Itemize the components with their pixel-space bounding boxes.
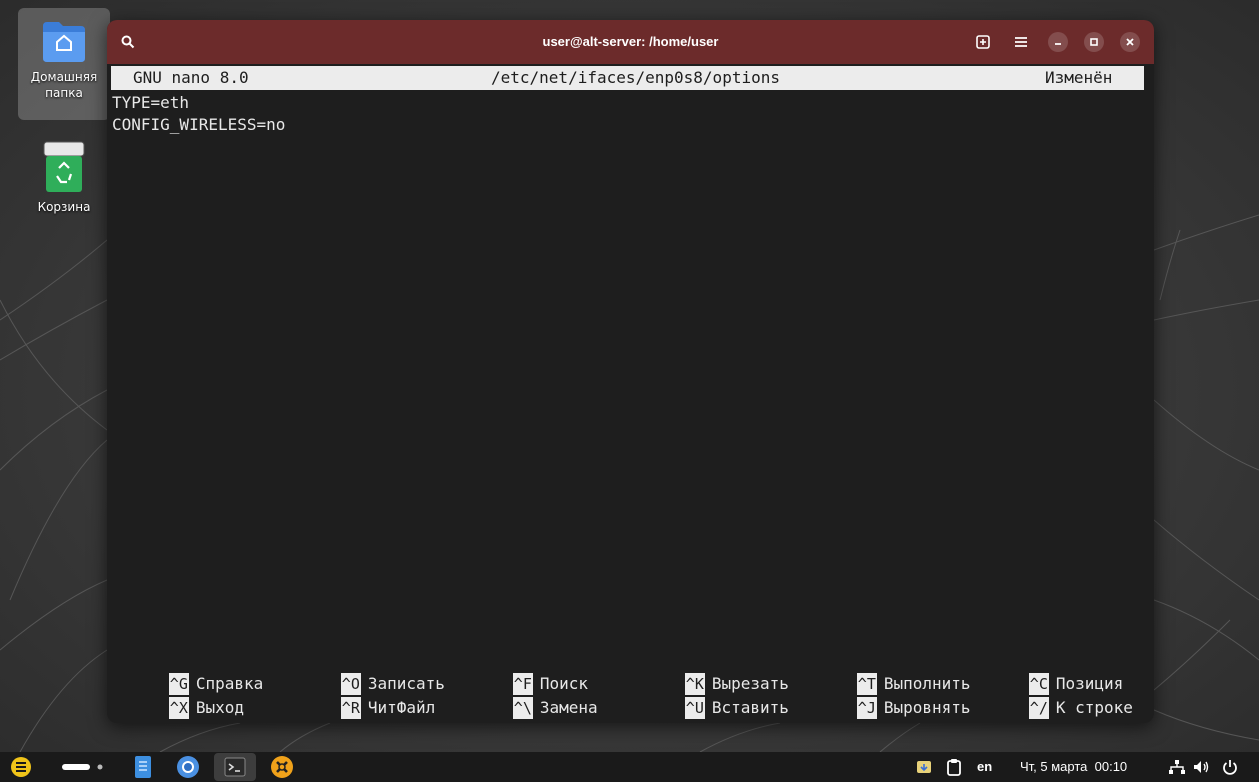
terminal-icon xyxy=(224,757,246,777)
shortcut-read-file[interactable]: ^R ЧитФайл xyxy=(283,672,435,719)
clock-datetime[interactable]: Чт, 5 марта 00:10 xyxy=(1020,752,1127,782)
clipboard-button[interactable] xyxy=(946,755,962,779)
shortcut-key: ^/ xyxy=(1028,697,1049,719)
workspace-indicator[interactable] xyxy=(60,755,106,779)
taskbar: en Чт, 5 марта 00:10 xyxy=(0,752,1259,782)
network-icon xyxy=(1169,760,1185,774)
trash-label: Корзина xyxy=(37,200,91,214)
app-menu-button[interactable] xyxy=(10,755,32,779)
shortcut-key: ^U xyxy=(684,697,705,719)
terminal-window[interactable]: user@alt-server: /home/user GNU nano 8.0… xyxy=(107,20,1154,723)
shortcut-write[interactable]: ^O Записать xyxy=(283,648,445,695)
nano-modified-status: Изменён xyxy=(1045,68,1113,87)
clipboard-icon xyxy=(947,759,961,776)
shortcut-label: К строке xyxy=(1055,698,1133,717)
shortcut-label: Выровнять xyxy=(883,698,971,717)
new-tab-button[interactable] xyxy=(972,31,994,53)
updates-button[interactable] xyxy=(916,755,932,779)
volume-button[interactable] xyxy=(1192,755,1210,779)
shortcut-location[interactable]: ^C Позиция xyxy=(971,648,1123,695)
home-folder-label-line1: Домашняя xyxy=(30,70,98,84)
keyboard-layout-indicator[interactable]: en xyxy=(977,752,992,782)
menu-icon xyxy=(1015,37,1027,47)
power-button[interactable] xyxy=(1222,755,1238,779)
search-icon xyxy=(121,35,135,49)
chromium-icon xyxy=(177,756,199,778)
home-folder-label-line2: папка xyxy=(45,86,83,100)
menu-button[interactable] xyxy=(1010,31,1032,53)
chromium-launcher[interactable] xyxy=(176,755,200,779)
close-button[interactable] xyxy=(1120,32,1140,52)
shortcut-help[interactable]: ^G Справка xyxy=(111,648,263,695)
terminal-titlebar[interactable]: user@alt-server: /home/user xyxy=(107,20,1154,64)
minimize-icon xyxy=(1055,43,1061,45)
power-icon xyxy=(1223,760,1237,775)
volume-icon xyxy=(1194,761,1209,773)
search-button[interactable] xyxy=(117,31,139,53)
workspace-indicator-icon xyxy=(62,764,103,770)
maximize-icon xyxy=(1090,38,1098,46)
maximize-button[interactable] xyxy=(1084,32,1104,52)
settings-tools-icon xyxy=(271,756,293,778)
settings-tools-launcher[interactable] xyxy=(270,755,294,779)
new-tab-icon xyxy=(976,35,990,49)
shortcut-label: Замена xyxy=(539,698,598,717)
shortcut-label: ЧитФайл xyxy=(367,698,436,717)
shortcut-replace[interactable]: ^\ Замена xyxy=(455,672,598,719)
file-manager-launcher[interactable] xyxy=(132,755,154,779)
shortcut-label: Выход xyxy=(195,698,245,717)
shortcut-key: ^R xyxy=(340,697,361,719)
home-folder-icon xyxy=(43,22,85,62)
shortcut-label: Вставить xyxy=(711,698,789,717)
terminal-launcher[interactable] xyxy=(214,753,256,781)
terminal-screen[interactable]: GNU nano 8.0 /etc/net/ifaces/enp0s8/opti… xyxy=(107,64,1154,723)
updates-icon xyxy=(917,761,931,773)
shortcut-cut[interactable]: ^K Вырезать xyxy=(627,648,789,695)
close-icon xyxy=(1126,38,1134,46)
app-menu-icon xyxy=(11,757,31,777)
shortcut-key: ^\ xyxy=(512,697,533,719)
shortcut-search[interactable]: ^F Поиск xyxy=(455,648,588,695)
trash-icon xyxy=(43,141,85,192)
shortcut-execute[interactable]: ^T Выполнить xyxy=(799,648,971,695)
nano-header-bar: GNU nano 8.0 /etc/net/ifaces/enp0s8/opti… xyxy=(111,66,1144,90)
network-button[interactable] xyxy=(1168,755,1186,779)
minimize-button[interactable] xyxy=(1048,32,1068,52)
shortcut-justify[interactable]: ^J Выровнять xyxy=(799,672,971,719)
shortcut-exit[interactable]: ^X Выход xyxy=(111,672,244,719)
nano-version: GNU nano 8.0 xyxy=(133,68,249,87)
file-line-1[interactable]: TYPE=eth xyxy=(112,92,189,114)
shortcut-go-to-line[interactable]: ^/ К строке xyxy=(971,672,1133,719)
terminal-title: user@alt-server: /home/user xyxy=(542,34,719,49)
file-manager-icon xyxy=(135,756,151,778)
shortcut-key: ^X xyxy=(168,697,189,719)
file-line-2[interactable]: CONFIG_WIRELESS=no xyxy=(112,114,285,136)
desktop-icon-home-folder[interactable]: Домашняя папка xyxy=(18,8,110,120)
nano-filename: /etc/net/ifaces/enp0s8/options xyxy=(491,68,780,87)
shortcut-paste[interactable]: ^U Вставить xyxy=(627,672,789,719)
desktop-icon-trash[interactable]: Корзина xyxy=(18,132,110,222)
shortcut-key: ^J xyxy=(856,697,877,719)
